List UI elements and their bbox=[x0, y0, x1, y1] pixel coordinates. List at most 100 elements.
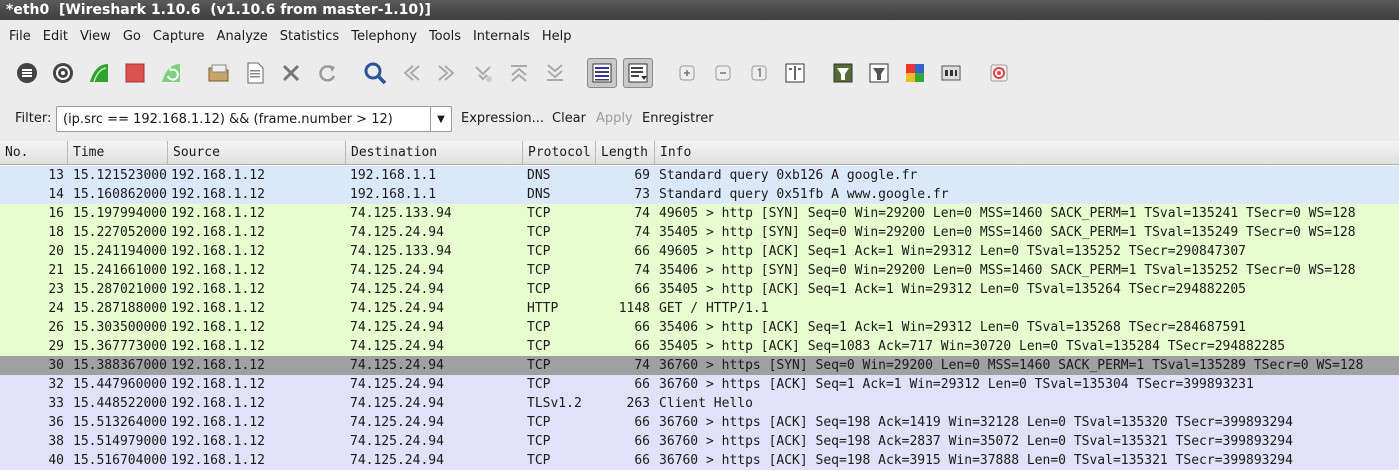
interface-list-icon[interactable] bbox=[12, 58, 42, 88]
column-header-length[interactable]: Length bbox=[596, 141, 655, 165]
menu-file[interactable]: File bbox=[3, 29, 37, 44]
menu-help[interactable]: Help bbox=[536, 29, 578, 44]
restart-capture-icon[interactable] bbox=[156, 58, 186, 88]
table-row[interactable]: 32 15.447960000 192.168.1.12 74.125.24.94 TC… bbox=[0, 375, 1399, 394]
packet-info: 36760 > https [ACK] Seq=198 Ack=3915 Win… bbox=[659, 453, 1293, 468]
packet-info: 36760 > https [ACK] Seq=198 Ack=2837 Win… bbox=[659, 434, 1293, 449]
filter-bar: Filter: (ip.src == 192.168.1.12) && (fra… bbox=[0, 104, 1399, 134]
go-back-icon[interactable] bbox=[396, 58, 426, 88]
resize-columns-icon[interactable] bbox=[780, 58, 810, 88]
column-header-destination[interactable]: Destination bbox=[346, 141, 523, 165]
go-first-icon[interactable] bbox=[504, 58, 534, 88]
column-header-source[interactable]: Source bbox=[168, 141, 346, 165]
packet-info: Standard query 0x51fb A www.google.fr bbox=[659, 187, 949, 202]
table-row[interactable]: 29 15.367773000 192.168.1.12 74.125.24.94 TC… bbox=[0, 337, 1399, 356]
menu-edit[interactable]: Edit bbox=[37, 29, 74, 44]
go-forward-icon[interactable] bbox=[432, 58, 462, 88]
capture-filters-icon[interactable] bbox=[828, 58, 858, 88]
packet-destination: 74.125.133.94 bbox=[350, 206, 452, 221]
packet-destination: 74.125.24.94 bbox=[350, 339, 444, 354]
menu-internals[interactable]: Internals bbox=[467, 29, 536, 44]
packet-time: 15.513264000 bbox=[73, 415, 167, 430]
packet-number: 23 bbox=[48, 282, 64, 297]
packet-destination: 74.125.24.94 bbox=[350, 358, 444, 373]
menu-analyze[interactable]: Analyze bbox=[211, 29, 274, 44]
packet-length: 74 bbox=[634, 225, 650, 240]
packet-protocol: DNS bbox=[527, 168, 551, 183]
chevron-down-icon[interactable]: ▼ bbox=[430, 107, 451, 131]
menu-view[interactable]: View bbox=[74, 29, 117, 44]
packet-number: 29 bbox=[48, 339, 64, 354]
zoom-in-icon[interactable] bbox=[672, 58, 702, 88]
save-filter-button[interactable]: Enregistrer bbox=[642, 111, 714, 126]
packet-source: 192.168.1.12 bbox=[171, 225, 265, 240]
table-row[interactable]: 40 15.516704000 192.168.1.12 74.125.24.94 TC… bbox=[0, 451, 1399, 470]
filter-input[interactable]: (ip.src == 192.168.1.12) && (frame.numbe… bbox=[56, 106, 452, 132]
window-title: *eth0 [Wireshark 1.10.6 (v1.10.6 from ma… bbox=[0, 0, 1399, 20]
go-last-icon[interactable] bbox=[540, 58, 570, 88]
column-header-time[interactable]: Time bbox=[68, 141, 168, 165]
packet-length: 74 bbox=[634, 358, 650, 373]
table-row[interactable]: 18 15.227052000 192.168.1.12 74.125.24.94 TC… bbox=[0, 223, 1399, 242]
capture-options-icon[interactable] bbox=[48, 58, 78, 88]
packet-source: 192.168.1.12 bbox=[171, 301, 265, 316]
menu-telephony[interactable]: Telephony bbox=[345, 29, 423, 44]
packet-info: 35405 > http [ACK] Seq=1083 Ack=717 Win=… bbox=[659, 339, 1286, 354]
open-file-icon[interactable] bbox=[204, 58, 234, 88]
table-row[interactable]: 38 15.514979000 192.168.1.12 74.125.24.94 TC… bbox=[0, 432, 1399, 451]
go-to-packet-icon[interactable] bbox=[468, 58, 498, 88]
packet-number: 13 bbox=[48, 168, 64, 183]
table-row[interactable]: 30 15.388367000 192.168.1.12 74.125.24.94 TC… bbox=[0, 356, 1399, 375]
close-file-icon[interactable] bbox=[276, 58, 306, 88]
table-row[interactable]: 36 15.513264000 192.168.1.12 74.125.24.94 TC… bbox=[0, 413, 1399, 432]
packet-time: 15.447960000 bbox=[73, 377, 167, 392]
colorize-icon[interactable] bbox=[587, 58, 617, 88]
table-row[interactable]: 23 15.287021000 192.168.1.12 74.125.24.94 TC… bbox=[0, 280, 1399, 299]
table-row[interactable]: 13 15.121523000 192.168.1.12 192.168.1.1 DNS… bbox=[0, 166, 1399, 185]
packet-info: 35405 > http [ACK] Seq=1 Ack=1 Win=29312… bbox=[659, 282, 1246, 297]
apply-button[interactable]: Apply bbox=[596, 111, 633, 126]
packet-length: 66 bbox=[634, 453, 650, 468]
reload-icon[interactable] bbox=[312, 58, 342, 88]
table-row[interactable]: 16 15.197994000 192.168.1.12 74.125.133.94 T… bbox=[0, 204, 1399, 223]
preferences-icon[interactable] bbox=[936, 58, 966, 88]
table-row[interactable]: 24 15.287188000 192.168.1.12 74.125.24.94 HT… bbox=[0, 299, 1399, 318]
table-row[interactable]: 26 15.303500000 192.168.1.12 74.125.24.94 TC… bbox=[0, 318, 1399, 337]
menu-statistics[interactable]: Statistics bbox=[274, 29, 345, 44]
table-row[interactable]: 14 15.160862000 192.168.1.12 192.168.1.1 DNS… bbox=[0, 185, 1399, 204]
start-capture-icon[interactable] bbox=[84, 58, 114, 88]
table-row[interactable]: 33 15.448522000 192.168.1.12 74.125.24.94 TL… bbox=[0, 394, 1399, 413]
column-header-protocol[interactable]: Protocol bbox=[523, 141, 596, 165]
stop-capture-icon[interactable] bbox=[120, 58, 150, 88]
packet-number: 24 bbox=[48, 301, 64, 316]
menu-capture[interactable]: Capture bbox=[147, 29, 211, 44]
display-filters-icon[interactable] bbox=[864, 58, 894, 88]
expression-button[interactable]: Expression... bbox=[461, 111, 544, 126]
menu-go[interactable]: Go bbox=[117, 29, 147, 44]
packet-list[interactable]: No. Time Source Destination Protocol Len… bbox=[0, 141, 1399, 473]
clear-button[interactable]: Clear bbox=[552, 111, 586, 126]
normal-size-icon[interactable] bbox=[744, 58, 774, 88]
help-icon[interactable] bbox=[984, 58, 1014, 88]
filter-input-text[interactable]: (ip.src == 192.168.1.12) && (frame.numbe… bbox=[63, 112, 393, 127]
packet-time: 15.227052000 bbox=[73, 225, 167, 240]
packet-length: 73 bbox=[634, 187, 650, 202]
table-row[interactable]: 21 15.241661000 192.168.1.12 74.125.24.94 TC… bbox=[0, 261, 1399, 280]
packet-destination: 74.125.24.94 bbox=[350, 434, 444, 449]
packet-destination: 74.125.24.94 bbox=[350, 377, 444, 392]
packet-destination: 74.125.24.94 bbox=[350, 263, 444, 278]
packet-source: 192.168.1.12 bbox=[171, 453, 265, 468]
coloring-rules-icon[interactable] bbox=[900, 58, 930, 88]
packet-length: 263 bbox=[626, 396, 650, 411]
column-header-info[interactable]: Info bbox=[655, 141, 1399, 165]
save-file-icon[interactable] bbox=[240, 58, 270, 88]
menu-tools[interactable]: Tools bbox=[423, 29, 467, 44]
packet-destination: 192.168.1.1 bbox=[350, 168, 437, 183]
find-packet-icon[interactable] bbox=[360, 58, 390, 88]
column-header-no[interactable]: No. bbox=[0, 141, 68, 165]
zoom-out-icon[interactable] bbox=[708, 58, 738, 88]
autoscroll-icon[interactable] bbox=[623, 58, 653, 88]
table-row[interactable]: 20 15.241194000 192.168.1.12 74.125.133.94 T… bbox=[0, 242, 1399, 261]
packet-protocol: HTTP bbox=[527, 301, 559, 316]
packet-time: 15.514979000 bbox=[73, 434, 167, 449]
